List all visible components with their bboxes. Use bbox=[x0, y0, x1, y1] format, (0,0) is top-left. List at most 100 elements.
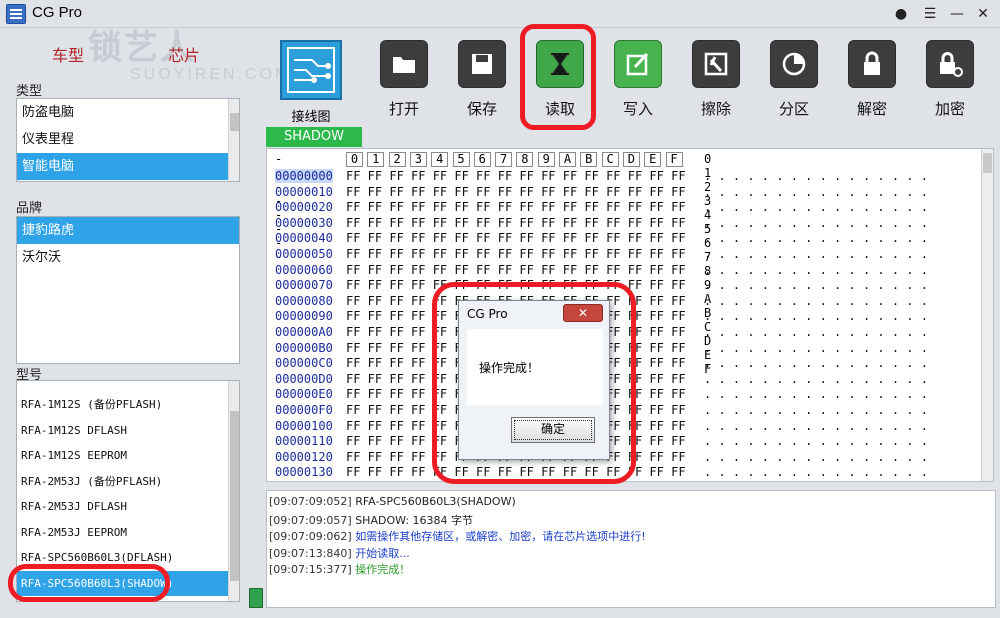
hex-ascii: . . . . . . . . . . . . . . . . bbox=[704, 169, 928, 183]
hex-column-header: 9 bbox=[537, 152, 555, 167]
hex-editor[interactable]: -------- 0123456789ABCDEF 0 1 2 3 4 5 6 … bbox=[266, 148, 994, 482]
hex-address: 00000120 bbox=[275, 449, 333, 464]
dialog-close-button[interactable]: ✕ bbox=[563, 304, 603, 322]
toolbar-button-8[interactable]: 加密 bbox=[920, 40, 980, 126]
toolbar-button-7[interactable]: 解密 bbox=[842, 40, 902, 126]
toolbar-button-6[interactable]: 分区 bbox=[764, 40, 824, 126]
wiring-label: 接线图 bbox=[291, 110, 331, 125]
model-list-scrollbar[interactable] bbox=[228, 381, 239, 601]
brand-list-item[interactable]: 沃尔沃 bbox=[17, 244, 239, 271]
model-list-item[interactable]: RFA-SPC560B60L3(DFLASH) bbox=[17, 545, 229, 571]
hex-ascii: . . . . . . . . . . . . . . . . bbox=[704, 309, 928, 324]
left-panel: 车型 芯片 类型 防盗电脑 仪表里程 智能电脑 品牌 捷豹路虎 沃尔沃 型号 RFA-… bbox=[0, 28, 252, 618]
hex-bytes: FF FF FF FF FF FF FF FF FF FF FF FF FF F… bbox=[346, 215, 686, 230]
log-text: 如需操作其他存储区，或解密、加密，请在芯片选项中进行! bbox=[355, 530, 646, 544]
message-dialog: CG Pro ✕ 操作完成！ 确定 bbox=[458, 300, 610, 460]
toolbar-button-label: 分区 bbox=[778, 100, 809, 118]
type-list-item[interactable]: 防盗电脑 bbox=[17, 99, 229, 126]
tab-chip[interactable]: 芯片 bbox=[168, 42, 200, 66]
toolbar-button-5[interactable]: 擦除 bbox=[686, 40, 746, 126]
menu-icon[interactable]: ☰ bbox=[917, 3, 943, 25]
dialog-ok-button[interactable]: 确定 bbox=[511, 417, 595, 443]
hex-column-header: 1 bbox=[367, 152, 385, 167]
hex-ascii: . . . . . . . . . . . . . . . . bbox=[704, 371, 928, 386]
toolbar-button-1[interactable]: 打开 bbox=[374, 40, 434, 126]
hex-bytes: FF FF FF FF FF FF FF FF FF FF FF FF FF F… bbox=[346, 200, 686, 215]
user-icon[interactable]: ● bbox=[888, 3, 914, 25]
model-list-item[interactable]: RFA-2M53J (备份PFLASH) bbox=[17, 469, 229, 495]
toolbar-button-label: 擦除 bbox=[700, 100, 731, 118]
model-list-item[interactable]: RFA-1M12S (备份PFLASH) bbox=[17, 392, 229, 418]
hex-ascii: . . . . . . . . . . . . . . . . bbox=[704, 247, 928, 261]
hex-ascii: . . . . . . . . . . . . . . . . bbox=[704, 325, 928, 339]
type-list[interactable]: 防盗电脑 仪表里程 智能电脑 bbox=[16, 98, 240, 182]
hex-address: 00000050 bbox=[275, 247, 333, 261]
model-list-item[interactable]: RFA-SPC560B60L3(SHADOW) bbox=[17, 570, 229, 596]
hex-address: 00000020 bbox=[275, 200, 333, 215]
tab-vehicle[interactable]: 车型 bbox=[52, 42, 84, 66]
log-line: [09:07:15:377] 操作完成！ bbox=[267, 561, 410, 577]
hex-bytes: FF FF FF FF FF FF FF FF FF FF FF FF FF F… bbox=[346, 169, 686, 183]
hex-address: 000000B0 bbox=[275, 340, 333, 355]
log-line: [09:07:09:062] 如需操作其他存储区，或解密、加密，请在芯片选项中进… bbox=[267, 528, 646, 544]
minimize-icon[interactable]: — bbox=[944, 3, 970, 25]
brand-label: 品牌 bbox=[16, 201, 43, 216]
type-list-item[interactable]: 仪表里程 bbox=[17, 126, 229, 153]
toolbar-button-3[interactable]: 读取 bbox=[530, 40, 590, 126]
log-text: SHADOW: 16384 字节 bbox=[355, 513, 474, 527]
hex-ascii: . . . . . . . . . . . . . . . . bbox=[704, 262, 928, 277]
hex-scrollbar[interactable] bbox=[981, 149, 993, 481]
hex-column-header: F bbox=[665, 152, 683, 167]
hourglass-icon bbox=[536, 40, 584, 88]
model-list-item[interactable]: RFA-1M12S EEPROM bbox=[17, 443, 229, 469]
hex-address: 00000060 bbox=[275, 262, 333, 277]
model-list-item[interactable]: RFA-2M53J EEPROM bbox=[17, 520, 229, 546]
hex-ascii: . . . . . . . . . . . . . . . . bbox=[704, 215, 928, 230]
hex-column-header: 6 bbox=[473, 152, 491, 167]
hex-column-header: 5 bbox=[452, 152, 470, 167]
hex-column-header: C bbox=[601, 152, 619, 167]
lock-gear-icon bbox=[926, 40, 974, 88]
hex-ascii: . . . . . . . . . . . . . . . . bbox=[704, 465, 928, 480]
wiring-diagram-button[interactable]: 接线图 bbox=[280, 40, 342, 130]
model-list-item[interactable]: RFA-2M53J DFLASH bbox=[17, 494, 229, 520]
hex-address: 00000000 bbox=[275, 169, 333, 183]
title-bar: CG Pro ● ☰ — ✕ bbox=[0, 0, 1000, 28]
hex-ascii: . . . . . . . . . . . . . . . . bbox=[704, 278, 928, 293]
hex-bytes: FF FF FF FF FF FF FF FF FF FF FF FF FF F… bbox=[346, 184, 686, 199]
pie-icon bbox=[770, 40, 818, 88]
type-list-item[interactable]: 智能电脑 bbox=[17, 153, 229, 180]
main-panel: 接线图 打开 保存 读取 写入 擦除 分区 解密 加密 SHADOW -------- 012… bbox=[252, 28, 1000, 618]
hex-ascii: . . . . . . . . . . . . . . . . bbox=[704, 387, 928, 402]
model-list-item[interactable]: RFA-1M12S DFLASH bbox=[17, 418, 229, 444]
toolbar-button-2[interactable]: 保存 bbox=[452, 40, 512, 126]
hex-ascii: . . . . . . . . . . . . . . . . bbox=[704, 356, 928, 371]
brand-list-item[interactable]: 捷豹路虎 bbox=[17, 217, 239, 244]
model-list[interactable]: RFA-1M12S (备份PFLASH) RFA-1M12S DFLASH RFA-… bbox=[16, 380, 240, 602]
hex-ascii: . . . . . . . . . . . . . . . . bbox=[704, 231, 928, 246]
hex-ascii: . . . . . . . . . . . . . . . . bbox=[704, 449, 928, 464]
type-label: 类型 bbox=[16, 84, 43, 99]
hex-ascii: . . . . . . . . . . . . . . . . bbox=[704, 184, 928, 199]
log-line: [09:07:09:052] RFA-SPC560B60L3(SHADOW) bbox=[267, 495, 516, 508]
type-list-scrollbar[interactable] bbox=[228, 99, 239, 181]
dialog-message: 操作完成！ bbox=[479, 361, 540, 375]
log-timestamp: [09:07:09:057] bbox=[269, 513, 352, 527]
toolbar-button-label: 写入 bbox=[622, 100, 653, 118]
brand-list[interactable]: 捷豹路虎 沃尔沃 bbox=[16, 216, 240, 364]
toolbar-button-label: 加密 bbox=[934, 100, 965, 118]
log-panel: [09:07:09:052] RFA-SPC560B60L3(SHADOW) [0… bbox=[266, 490, 996, 608]
toolbar-button-label: 解密 bbox=[856, 100, 887, 118]
hex-bytes: FF FF FF FF FF FF FF FF FF FF FF FF FF F… bbox=[346, 465, 686, 480]
log-text: 开始读取... bbox=[355, 546, 410, 560]
hex-ascii: . . . . . . . . . . . . . . . . bbox=[704, 418, 928, 433]
hex-bytes: FF FF FF FF FF FF FF FF FF FF FF FF FF F… bbox=[346, 278, 686, 293]
hex-bytes: FF FF FF FF FF FF FF FF FF FF FF FF FF F… bbox=[346, 231, 686, 246]
close-icon[interactable]: ✕ bbox=[970, 3, 996, 25]
hex-ascii: . . . . . . . . . . . . . . . . bbox=[704, 403, 928, 417]
toolbar-button-4[interactable]: 写入 bbox=[608, 40, 668, 126]
hex-address: 00000130 bbox=[275, 465, 333, 480]
log-timestamp: [09:07:09:062] bbox=[269, 530, 352, 544]
hex-address: 00000040 bbox=[275, 231, 333, 246]
save-icon bbox=[458, 40, 506, 88]
